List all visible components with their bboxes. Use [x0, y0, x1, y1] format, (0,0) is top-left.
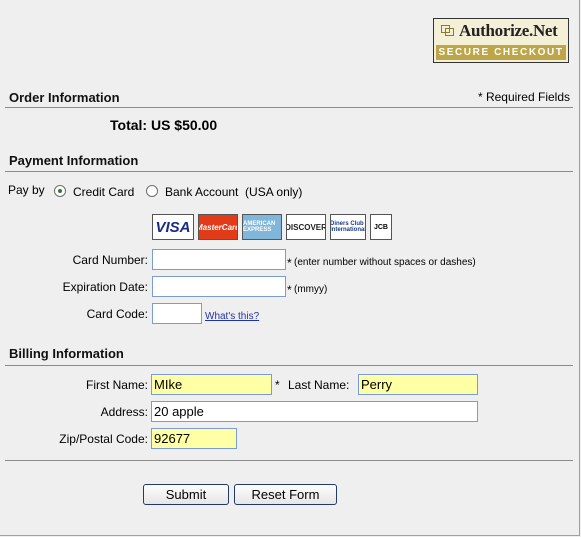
zip-label: Zip/Postal Code:	[59, 432, 148, 446]
credit-card-radio[interactable]	[54, 185, 66, 197]
expiration-required: *	[287, 283, 292, 297]
last-name-label: Last Name:	[288, 378, 350, 392]
amex-logo: AMERICAN EXPRESS	[242, 214, 282, 240]
payment-divider	[5, 171, 573, 172]
last-name-input[interactable]: Perry	[358, 374, 478, 395]
submit-button[interactable]: Submit	[143, 484, 229, 505]
expiration-hint: (mmyy)	[294, 284, 328, 295]
card-number-required: *	[287, 256, 292, 270]
total-label: Total:	[110, 117, 148, 133]
visa-logo: VISA	[152, 214, 194, 240]
pay-by-label: Pay by	[8, 183, 45, 197]
order-divider	[5, 107, 573, 108]
first-name-required: *	[275, 378, 280, 392]
card-number-input[interactable]	[152, 249, 286, 270]
address-label: Address:	[100, 405, 148, 419]
billing-divider	[5, 365, 573, 366]
card-code-input[interactable]	[152, 303, 202, 324]
actions-divider	[5, 460, 573, 461]
authorize-net-logo: Authorize.Net SECURE CHECKOUT	[433, 18, 569, 63]
expiration-label: Expiration Date:	[62, 280, 148, 294]
first-name-label: First Name:	[85, 378, 148, 392]
jcb-logo: JCB	[370, 214, 392, 240]
expiration-input[interactable]	[152, 276, 286, 297]
zip-input[interactable]: 92677	[151, 428, 237, 449]
required-fields-note: * Required Fields	[477, 90, 570, 104]
payment-info-title: Payment Information	[9, 153, 139, 168]
card-code-label: Card Code:	[86, 307, 148, 321]
logo-tagline: SECURE CHECKOUT	[436, 45, 566, 60]
credit-card-label[interactable]: Credit Card	[73, 185, 134, 199]
card-number-hint: (enter number without spaces or dashes)	[294, 257, 476, 268]
order-total: Total: US $50.00	[110, 117, 217, 133]
logo-top: Authorize.Net	[434, 19, 568, 43]
diners-club-logo: Diners Club International	[330, 214, 366, 240]
accepted-cards: VISA MasterCard AMERICAN EXPRESS DISCOVE…	[152, 214, 392, 240]
whats-this-link[interactable]: What's this?	[205, 311, 259, 322]
logo-name: Authorize.Net	[459, 21, 558, 40]
reset-form-button[interactable]: Reset Form	[234, 484, 337, 505]
mastercard-logo: MasterCard	[198, 214, 238, 240]
first-name-input[interactable]: MIke	[151, 374, 272, 395]
bank-account-label[interactable]: Bank Account (USA only)	[165, 185, 302, 199]
order-info-title: Order Information	[9, 90, 120, 105]
card-number-label: Card Number:	[72, 253, 148, 267]
logo-mark-icon	[441, 25, 454, 36]
address-input[interactable]: 20 apple	[151, 401, 478, 422]
billing-info-title: Billing Information	[9, 346, 124, 361]
bank-account-radio[interactable]	[146, 185, 158, 197]
total-value: US $50.00	[150, 117, 218, 133]
discover-logo: DISCOVER	[286, 214, 326, 240]
